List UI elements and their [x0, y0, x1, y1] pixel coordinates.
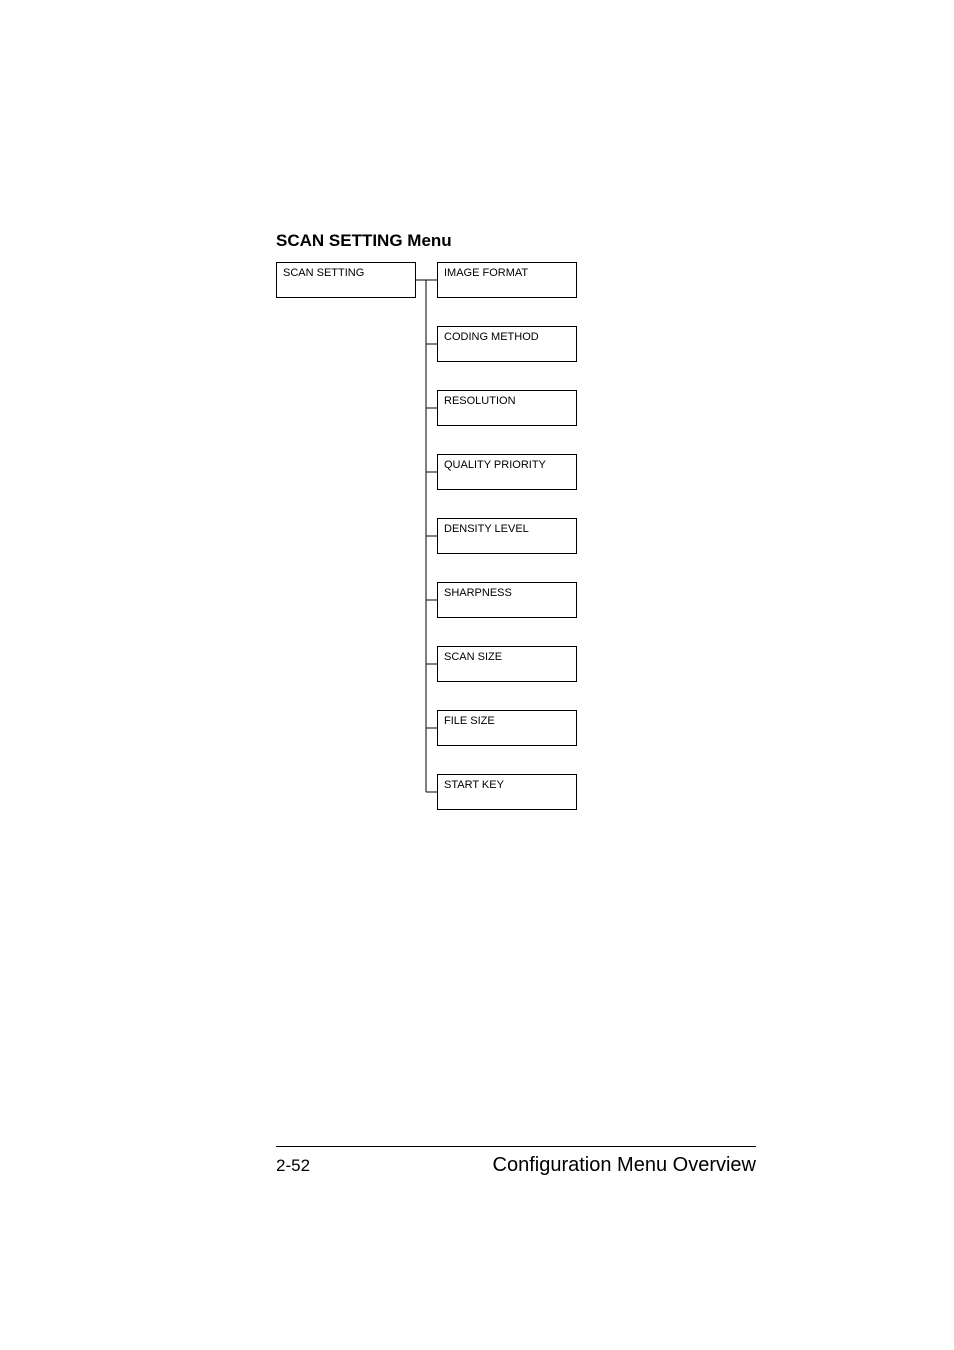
menu-item-box: START KEY	[437, 774, 577, 810]
page-number: 2-52	[276, 1156, 310, 1176]
section-heading: SCAN SETTING Menu	[276, 231, 452, 251]
menu-item-box: DENSITY LEVEL	[437, 518, 577, 554]
menu-item-box: RESOLUTION	[437, 390, 577, 426]
menu-item-label: QUALITY PRIORITY	[444, 459, 546, 471]
menu-item-label: FILE SIZE	[444, 715, 495, 727]
menu-item-box: SHARPNESS	[437, 582, 577, 618]
menu-root-label: SCAN SETTING	[283, 267, 364, 279]
menu-item-label: DENSITY LEVEL	[444, 523, 529, 535]
menu-item-label: SHARPNESS	[444, 587, 512, 599]
menu-item-label: START KEY	[444, 779, 504, 791]
menu-item-label: IMAGE FORMAT	[444, 267, 528, 279]
menu-item-label: SCAN SIZE	[444, 651, 502, 663]
menu-item-label: CODING METHOD	[444, 331, 539, 343]
menu-item-box: IMAGE FORMAT	[437, 262, 577, 298]
menu-item-box: SCAN SIZE	[437, 646, 577, 682]
menu-root-box: SCAN SETTING	[276, 262, 416, 298]
menu-item-box: QUALITY PRIORITY	[437, 454, 577, 490]
menu-item-box: FILE SIZE	[437, 710, 577, 746]
menu-item-label: RESOLUTION	[444, 395, 516, 407]
menu-item-box: CODING METHOD	[437, 326, 577, 362]
footer-rule	[276, 1146, 756, 1147]
footer-title: Configuration Menu Overview	[493, 1154, 756, 1177]
